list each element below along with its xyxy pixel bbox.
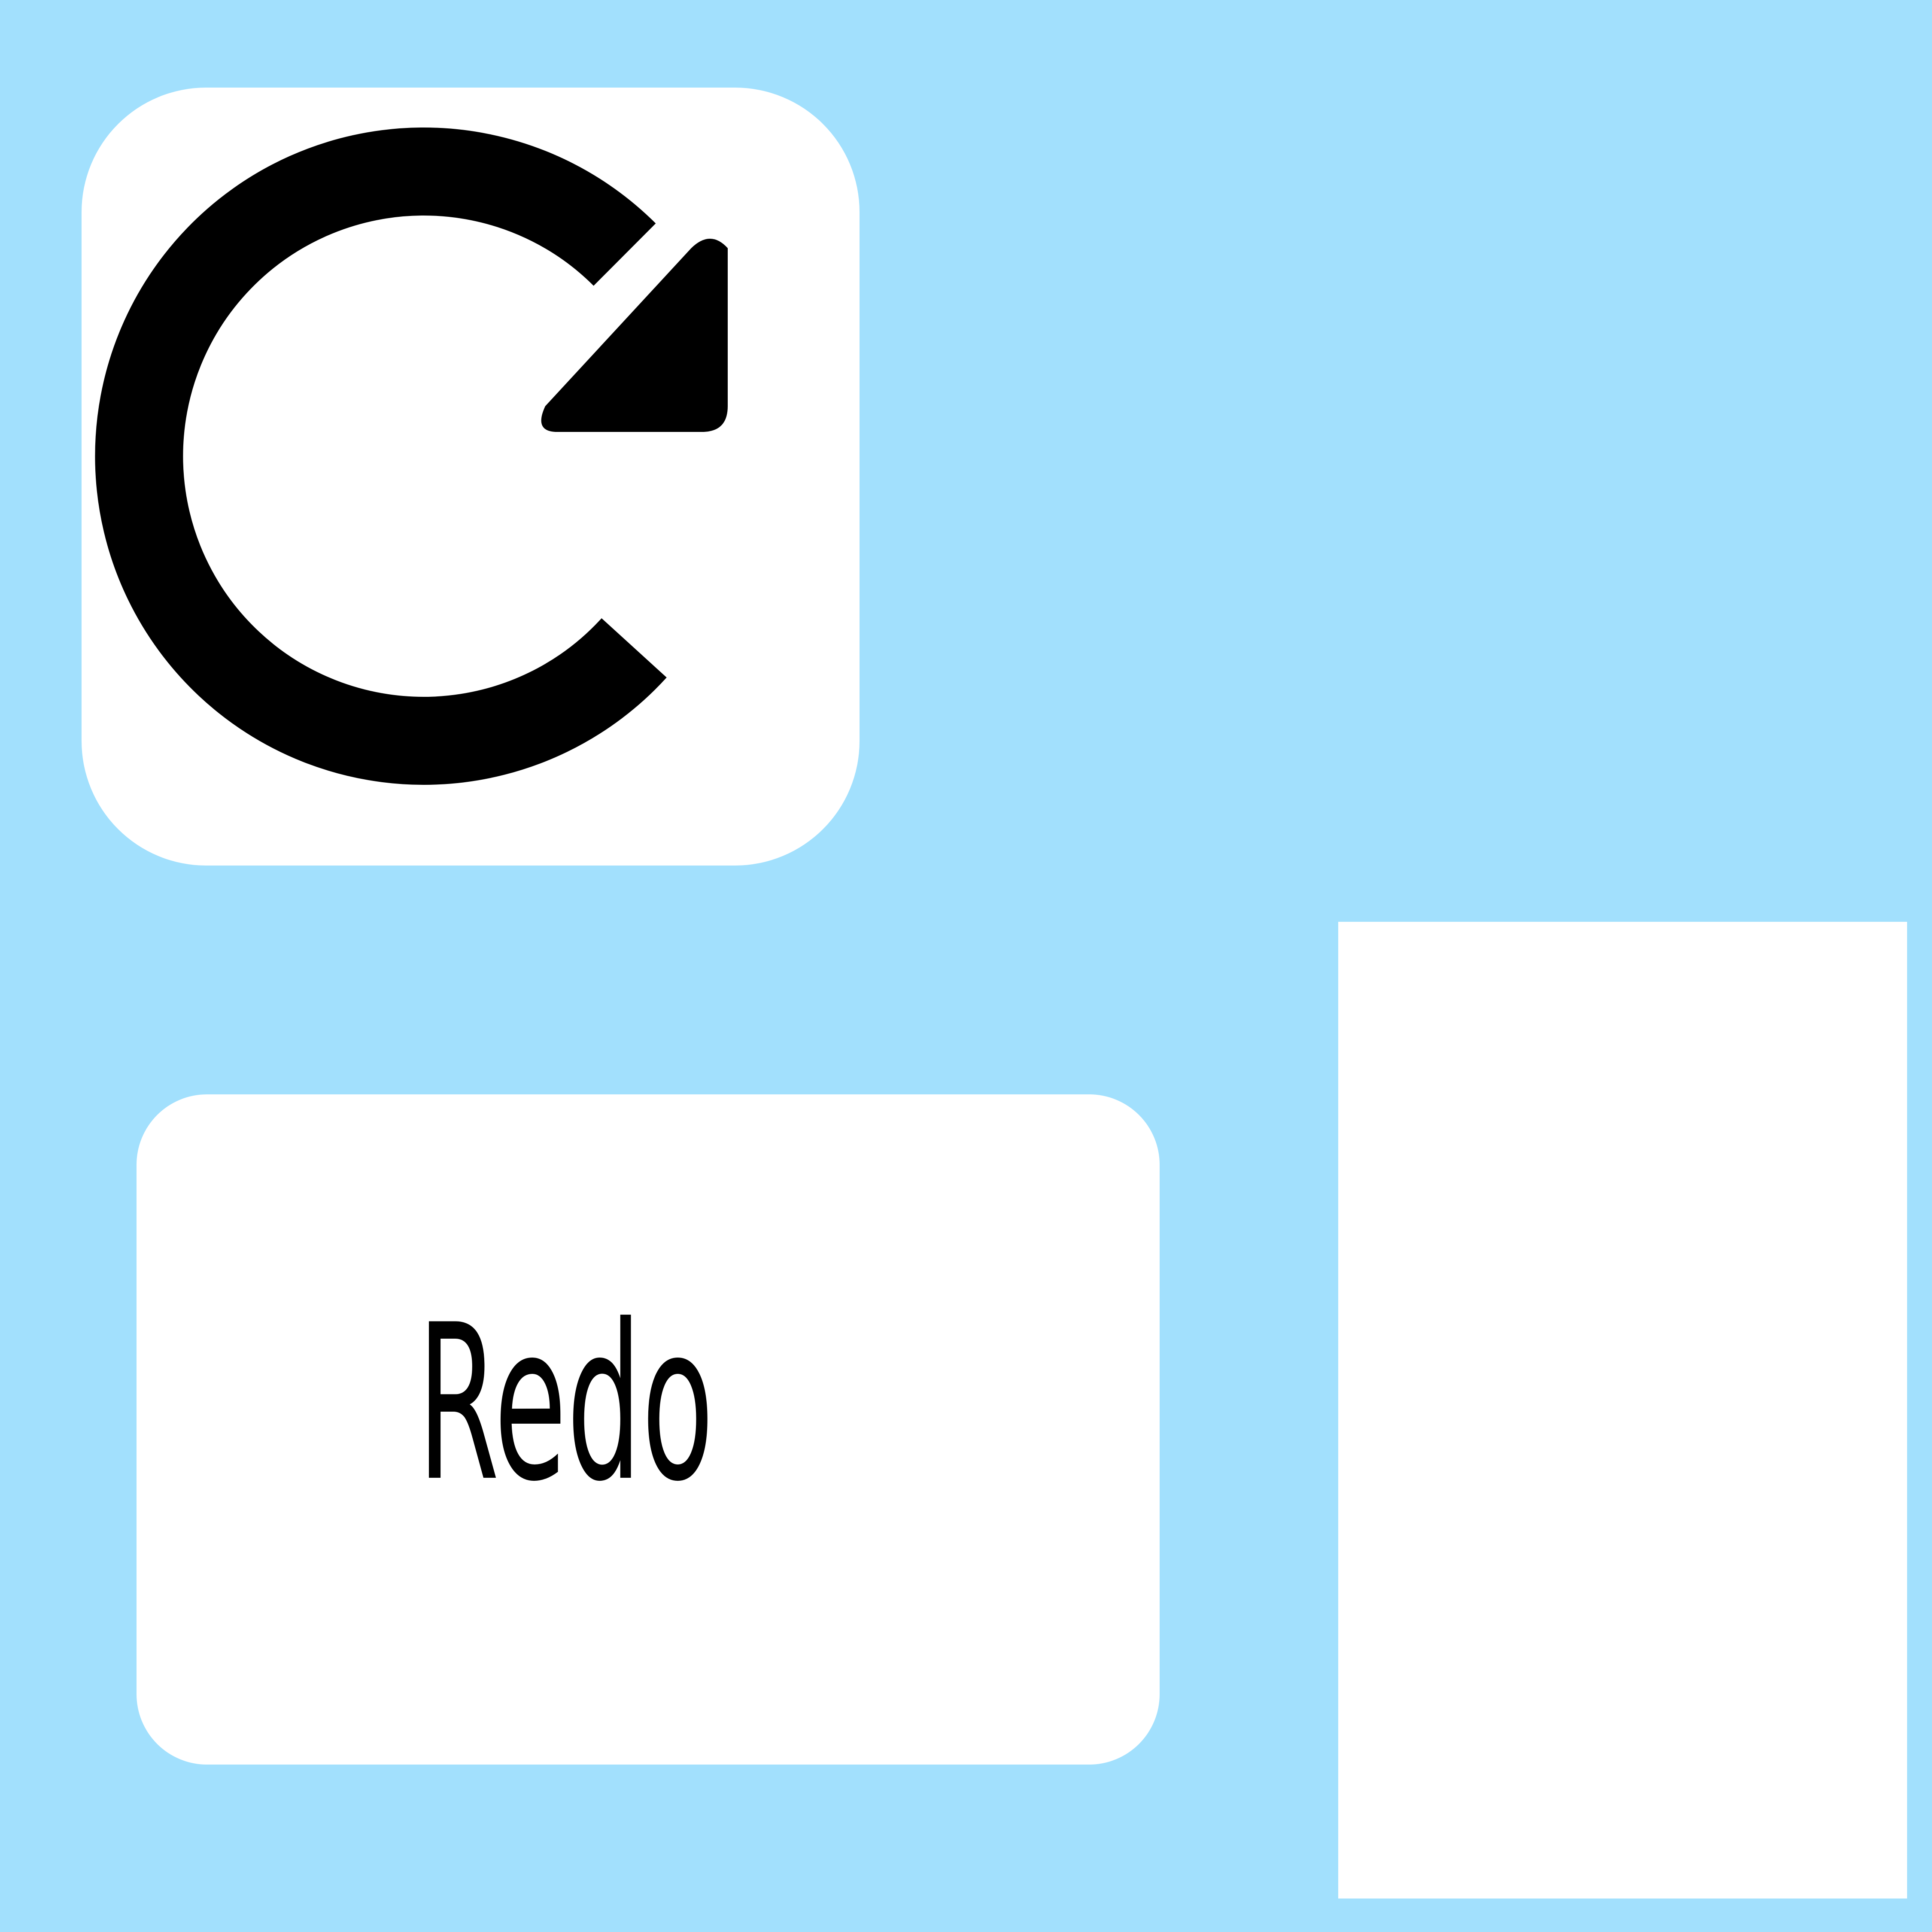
redo-arrowhead — [541, 239, 728, 432]
blank-panel — [1338, 922, 1907, 1899]
redo-label: Redo — [417, 1279, 714, 1528]
redo-icon — [95, 128, 728, 785]
redo-arc — [95, 128, 667, 785]
redo-label-tile[interactable]: Redo — [137, 1094, 1160, 1765]
redo-icon-tile[interactable] — [82, 88, 860, 866]
